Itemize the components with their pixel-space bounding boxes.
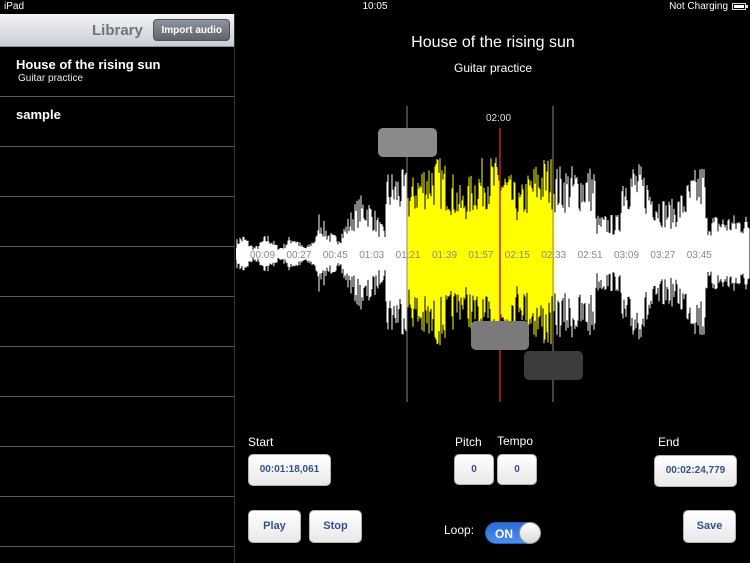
- loop-toggle-state: ON: [495, 527, 513, 541]
- start-time-field[interactable]: 00:01:18,061: [248, 454, 331, 486]
- timeline-label: 00:45: [323, 250, 348, 261]
- library-sidebar: Library Import audio House of the rising…: [0, 14, 235, 563]
- timeline-label: 03:27: [650, 250, 675, 261]
- empty-row: [0, 347, 234, 397]
- battery-icon: [732, 3, 748, 10]
- library-item-subtitle: Guitar practice: [18, 73, 84, 84]
- tempo-label: Tempo: [497, 434, 534, 448]
- song-title: House of the rising sun: [411, 34, 575, 51]
- empty-row: [0, 397, 234, 447]
- timeline-label: 02:33: [541, 250, 566, 261]
- loop-toggle[interactable]: ON: [485, 522, 541, 544]
- loop-label: Loop:: [444, 523, 475, 537]
- timeline-label: 01:57: [468, 250, 493, 261]
- timeline-label: 03:45: [687, 250, 712, 261]
- library-header: Library Import audio: [0, 14, 234, 47]
- pitch-field[interactable]: 0: [454, 454, 494, 485]
- play-button[interactable]: Play: [248, 510, 301, 543]
- end-time-field[interactable]: 00:02:24,779: [654, 455, 737, 487]
- timeline-label: 01:21: [396, 250, 421, 261]
- timeline-label: 02:51: [578, 250, 603, 261]
- timeline-label: 01:39: [432, 250, 457, 261]
- status-bar: iPad 10:05 Not Charging: [0, 0, 750, 14]
- waveform[interactable]: 00:09 00:27 00:45 01:03 01:21 01:39 01:57 02:15…: [236, 106, 750, 402]
- library-item[interactable]: sample: [0, 97, 234, 147]
- library-item-title: House of the rising sun: [16, 57, 161, 72]
- stop-button[interactable]: Stop: [309, 510, 362, 543]
- empty-row: [0, 297, 234, 347]
- timeline-label: 00:09: [250, 250, 275, 261]
- charging-status: Not Charging: [669, 1, 728, 12]
- tempo-field[interactable]: 0: [497, 454, 537, 485]
- pitch-label: Pitch: [455, 435, 482, 449]
- song-subtitle: Guitar practice: [453, 61, 533, 75]
- save-button[interactable]: Save: [683, 510, 736, 543]
- empty-row: [0, 497, 234, 547]
- start-handle[interactable]: [378, 128, 437, 157]
- timeline-label: 01:03: [359, 250, 384, 261]
- timeline-label: 03:09: [614, 250, 639, 261]
- empty-row: [0, 247, 234, 297]
- library-item[interactable]: House of the rising sun Guitar practice: [0, 47, 234, 97]
- player-panel: House of the rising sun Guitar practice …: [236, 14, 750, 563]
- end-handle[interactable]: [524, 351, 583, 380]
- library-title: Library: [92, 22, 143, 39]
- end-label: End: [658, 435, 680, 449]
- empty-row: [0, 197, 234, 247]
- playhead-time: 02:00: [486, 113, 512, 124]
- clock: 10:05: [362, 1, 388, 12]
- library-item-title: sample: [16, 107, 61, 122]
- timeline-label: 02:15: [505, 250, 530, 261]
- timeline-label: 00:27: [286, 250, 311, 261]
- start-label: Start: [248, 435, 274, 449]
- toggle-knob: [519, 522, 541, 544]
- empty-row: [0, 147, 234, 197]
- empty-row: [0, 447, 234, 497]
- import-audio-button[interactable]: Import audio: [153, 19, 230, 41]
- playhead-handle[interactable]: [471, 321, 529, 350]
